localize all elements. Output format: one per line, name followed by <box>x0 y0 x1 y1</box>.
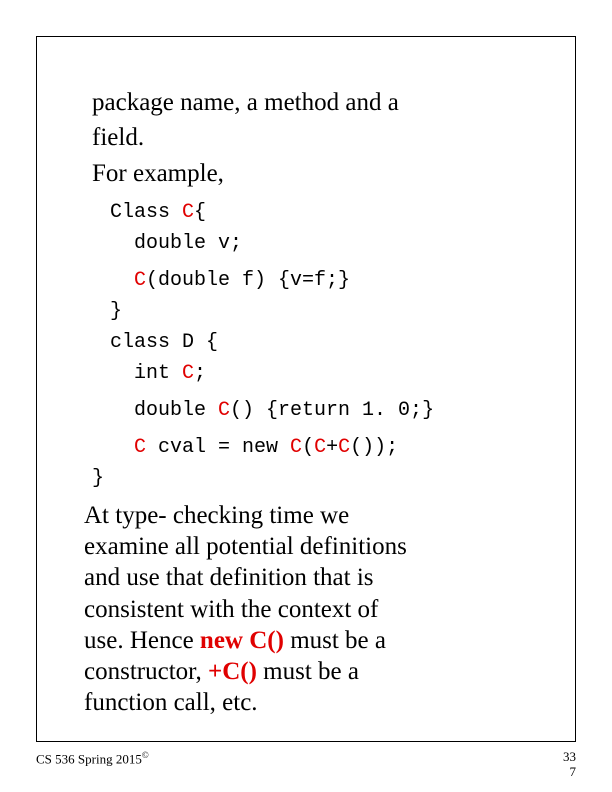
page-number-bottom: 7 <box>563 765 576 780</box>
copyright-symbol: © <box>142 750 149 760</box>
code-highlight: C <box>182 201 194 224</box>
slide-content: package name, a method and a field. For … <box>37 37 575 749</box>
code-text: cval = <box>146 436 242 459</box>
code-highlight: C <box>338 436 350 459</box>
text-line: and use that definition that is <box>84 562 520 593</box>
footer-course-info: CS 536 Spring 2015© <box>36 750 149 767</box>
explanation-paragraph: At type- checking time we examine all po… <box>84 500 520 719</box>
code-line: } <box>92 463 520 494</box>
text-line: use. Hence new C() must be a <box>84 625 520 656</box>
code-text: ( <box>302 436 314 459</box>
code-text: class D { <box>110 331 218 354</box>
code-line: } <box>110 296 520 327</box>
code-line: Class C{ <box>110 197 520 228</box>
code-text: } <box>110 300 122 323</box>
text-line: constructor, +C() must be a <box>84 656 520 687</box>
code-text: (double f) {v=f;} <box>146 269 350 292</box>
text-segment: must be a <box>284 627 386 654</box>
text-segment: constructor, <box>84 658 208 685</box>
code-line: C cval = new C(C+C()); <box>134 432 520 463</box>
page-border: package name, a method and a field. For … <box>36 36 576 742</box>
code-line: class D { <box>110 327 520 358</box>
code-line: C(double f) {v=f;} <box>134 265 520 296</box>
code-text: Class <box>110 201 182 224</box>
code-highlight: C <box>290 436 302 459</box>
code-text: double <box>134 399 218 422</box>
code-text: { <box>194 201 206 224</box>
code-text: } <box>92 467 104 490</box>
text-line: function call, etc. <box>84 687 520 718</box>
code-example: Class C{ double v; C(double f) {v=f;} } … <box>110 197 520 494</box>
text-line: consistent with the context of <box>84 594 520 625</box>
code-line: double C() {return 1. 0;} <box>134 395 520 426</box>
footer-page-number: 33 7 <box>563 750 576 780</box>
code-highlight: C <box>134 269 146 292</box>
code-highlight: C <box>134 436 146 459</box>
footer-text: CS 536 Spring 2015 <box>36 751 142 766</box>
code-text: int <box>134 362 182 385</box>
text-line: At type- checking time we <box>84 500 520 531</box>
code-text: ()); <box>350 436 398 459</box>
code-text: ; <box>194 362 206 385</box>
code-line: double v; <box>134 228 520 259</box>
text-line: examine all potential definitions <box>84 531 520 562</box>
intro-line-3: For example, <box>92 158 520 189</box>
page-number-top: 33 <box>563 750 576 765</box>
code-highlight: C <box>314 436 326 459</box>
code-text: double v; <box>134 232 242 255</box>
code-highlight: C <box>218 399 230 422</box>
code-line: int C; <box>134 358 520 389</box>
intro-line-1: package name, a method and a <box>92 87 520 118</box>
text-segment: must be a <box>257 658 359 685</box>
code-highlight: C <box>182 362 194 385</box>
code-text: new <box>242 436 290 459</box>
code-highlight: new C() <box>200 627 284 654</box>
slide-footer: CS 536 Spring 2015© 33 7 <box>36 750 576 780</box>
intro-line-2: field. <box>92 122 520 153</box>
code-text: () {return 1. 0;} <box>230 399 434 422</box>
code-text: + <box>326 436 338 459</box>
text-segment: use. Hence <box>84 627 200 654</box>
code-highlight: +C() <box>208 658 257 685</box>
